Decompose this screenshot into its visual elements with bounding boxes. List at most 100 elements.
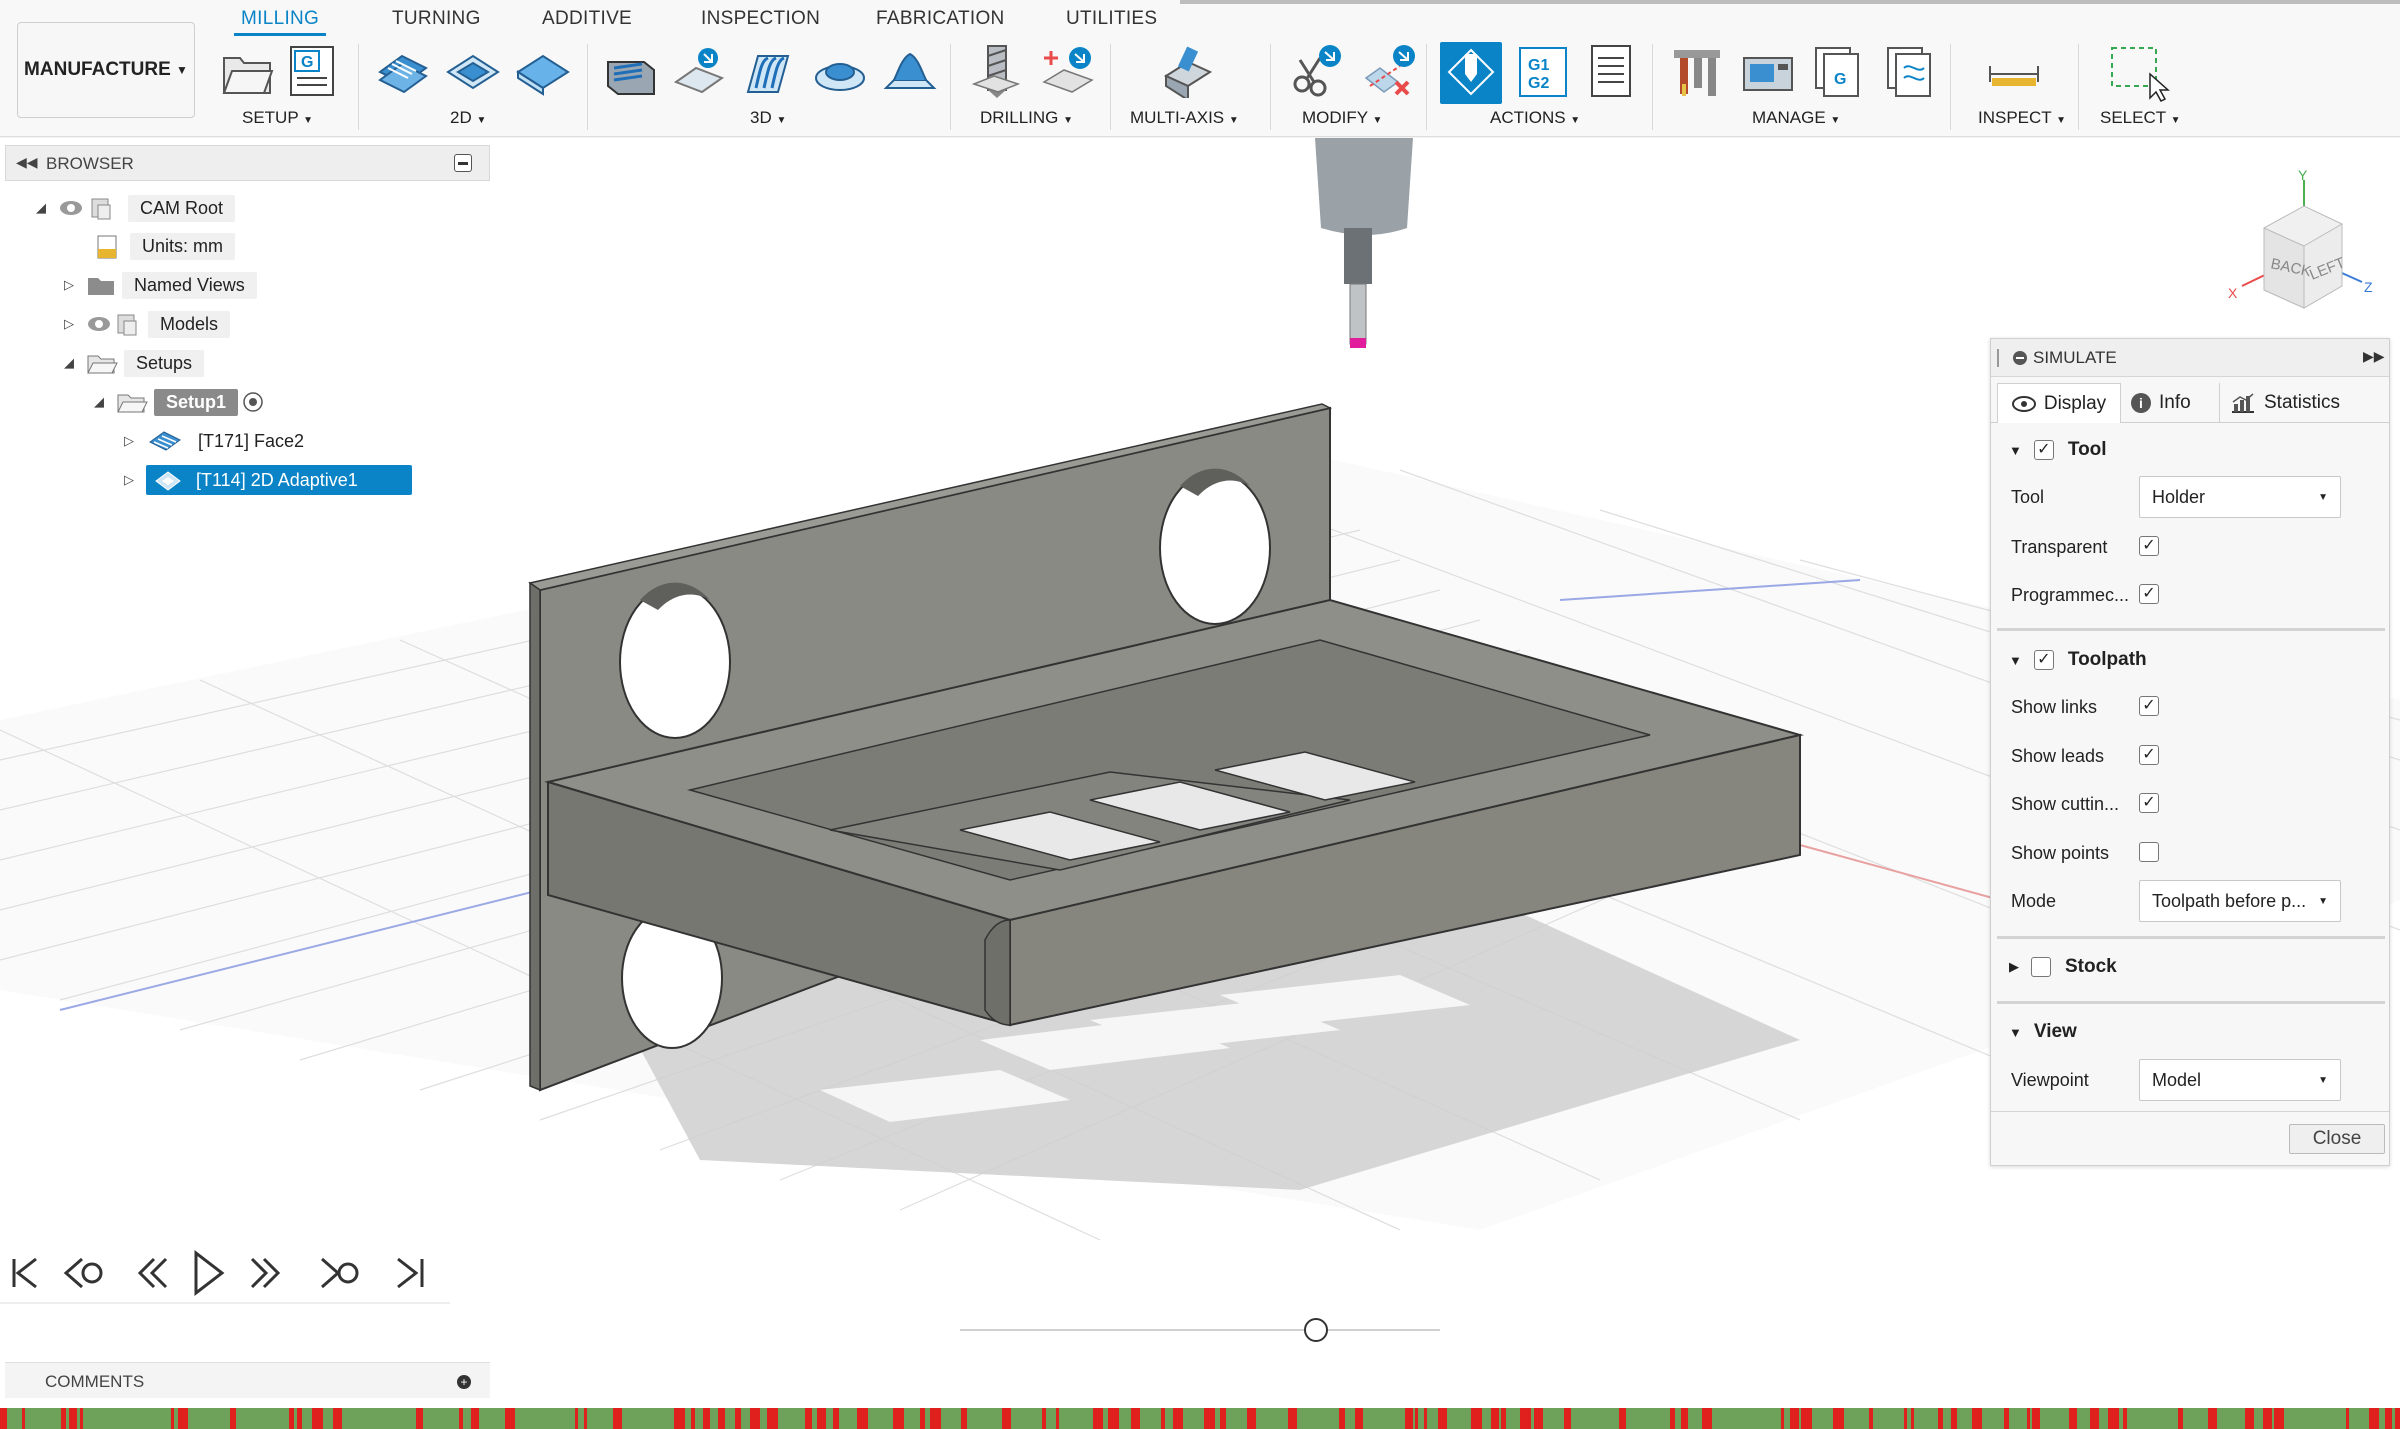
tab-inspection[interactable]: INSPECTION [701, 8, 820, 30]
group-manage[interactable]: MANAGE ▼ [1752, 108, 1840, 128]
simulate-button[interactable] [1440, 42, 1502, 104]
toolpath-section-checkbox[interactable]: ✓ [2033, 650, 2054, 670]
drill-icon[interactable] [970, 44, 1026, 98]
tab-info[interactable]: i Info [2131, 383, 2191, 423]
collapse-icon[interactable]: ▼ [2009, 653, 2022, 668]
expand-down-icon[interactable]: ◢ [34, 200, 48, 216]
mode-dropdown[interactable]: Toolpath before p... ▼ [2139, 880, 2341, 922]
tree-item-setup1[interactable]: ◢ Setup1 [92, 386, 268, 418]
show-cutting-checkbox[interactable]: ✓ [2139, 793, 2159, 813]
tree-item-models[interactable]: ▷ Models [62, 308, 231, 340]
tool-dropdown[interactable]: Holder ▼ [2139, 476, 2341, 518]
machine-library-icon[interactable] [1740, 44, 1796, 100]
go-to-end-button[interactable] [397, 1257, 424, 1289]
collapse-icon[interactable]: ▼ [2009, 443, 2022, 458]
expand-right-icon[interactable]: ▷ [122, 472, 136, 488]
panel-minimize-icon[interactable] [454, 154, 472, 172]
2d-pocket-icon[interactable] [444, 44, 502, 98]
expand-down-icon[interactable]: ◢ [62, 355, 76, 371]
cut-toolpath-icon[interactable] [1288, 44, 1344, 98]
new-setup-icon[interactable] [220, 44, 274, 98]
expand-right-icon[interactable]: ▷ [62, 316, 76, 332]
add-comment-icon[interactable]: + [457, 1375, 471, 1389]
comments-panel: COMMENTS + [5, 1362, 490, 1398]
group-modify[interactable]: MODIFY ▼ [1302, 108, 1382, 128]
tool-section-checkbox[interactable]: ✓ [2033, 440, 2054, 460]
tab-statistics[interactable]: Statistics [2219, 383, 2340, 423]
tab-fabrication[interactable]: FABRICATION [876, 8, 1005, 30]
stock-section-header[interactable]: ▶ Stock [2009, 956, 2117, 978]
template-library-icon[interactable] [1884, 44, 1940, 100]
3d-pocket-icon[interactable] [672, 44, 728, 98]
rewind-button[interactable] [137, 1257, 168, 1289]
simulation-slider[interactable] [950, 1315, 1450, 1345]
slider-handle[interactable] [1304, 1318, 1328, 1342]
collapse-panel-icon[interactable]: ◀◀ [16, 154, 38, 171]
2d-adaptive-icon[interactable] [374, 44, 432, 98]
hole-recognition-icon[interactable] [1040, 44, 1096, 98]
group-3d[interactable]: 3D ▼ [750, 108, 786, 128]
expand-down-icon[interactable]: ◢ [92, 394, 106, 410]
programmed-checkbox[interactable]: ✓ [2139, 584, 2159, 604]
toolpath-section-header[interactable]: ▼ ✓ Toolpath [2009, 649, 2147, 671]
parallel-icon[interactable] [742, 44, 798, 98]
stock-section-checkbox[interactable] [2031, 957, 2051, 977]
contour-icon[interactable] [812, 44, 868, 98]
group-drilling[interactable]: DRILLING ▼ [980, 108, 1073, 128]
play-button[interactable] [194, 1249, 225, 1297]
tree-item-cam-root[interactable]: ◢ CAM Root [34, 192, 236, 224]
group-actions[interactable]: ACTIONS ▼ [1490, 108, 1580, 128]
tree-item-named-views[interactable]: ▷ Named Views [62, 269, 257, 301]
eye-icon[interactable] [58, 198, 84, 218]
show-links-checkbox[interactable]: ✓ [2139, 696, 2159, 716]
view-section-header[interactable]: ▼ View [2009, 1021, 2077, 1043]
expand-right-icon[interactable]: ▷ [62, 277, 76, 293]
tree-item-2d-adaptive1[interactable]: ▷ [T114] 2D Adaptive1 [122, 464, 412, 496]
tree-item-units[interactable]: Units: mm [92, 230, 235, 262]
fast-forward-button[interactable] [250, 1257, 281, 1289]
tab-additive[interactable]: ADDITIVE [542, 8, 632, 30]
multi-axis-icon[interactable] [1160, 44, 1216, 98]
expand-panel-icon[interactable]: ▶▶ [2363, 348, 2385, 365]
step-forward-button[interactable] [321, 1257, 359, 1289]
window-select-icon[interactable] [2108, 44, 2172, 104]
view-cube[interactable]: BACK LEFT Y X Z [2222, 168, 2382, 328]
expand-right-icon[interactable]: ▶ [2009, 959, 2019, 975]
activate-setup-icon[interactable] [238, 390, 268, 414]
tool-library-icon[interactable] [1670, 44, 1726, 100]
expand-right-icon[interactable]: ▷ [122, 433, 136, 449]
group-multi-axis[interactable]: MULTI-AXIS ▼ [1130, 108, 1239, 128]
tab-turning[interactable]: TURNING [392, 8, 481, 30]
group-2d[interactable]: 2D ▼ [450, 108, 486, 128]
group-select[interactable]: SELECT ▼ [2100, 108, 2180, 128]
tab-milling[interactable]: MILLING [241, 8, 319, 30]
tab-utilities[interactable]: UTILITIES [1066, 8, 1157, 30]
transparent-checkbox[interactable]: ✓ [2139, 536, 2159, 556]
simulation-timeline[interactable] [0, 1408, 2400, 1429]
setup-sheet-icon[interactable]: G [287, 44, 341, 98]
group-setup[interactable]: SETUP ▼ [242, 108, 313, 128]
remove-toolpath-icon[interactable] [1362, 44, 1418, 98]
collapse-icon[interactable]: ▼ [2009, 1025, 2022, 1040]
scallop-icon[interactable] [882, 44, 938, 98]
go-to-start-button[interactable] [12, 1257, 37, 1289]
workspace-switcher[interactable]: MANUFACTURE ▼ [17, 22, 195, 118]
tree-item-setups[interactable]: ◢ Setups [62, 347, 205, 379]
setup-sheet-list-icon[interactable] [1588, 44, 1634, 100]
step-back-button[interactable] [63, 1257, 103, 1289]
panel-grip-icon[interactable] [1997, 349, 2000, 367]
close-button[interactable]: Close [2289, 1124, 2385, 1154]
tab-display[interactable]: Display [1997, 383, 2121, 423]
3d-adaptive-icon[interactable] [604, 44, 660, 98]
measure-icon[interactable] [1986, 44, 2042, 100]
post-library-icon[interactable]: G [1812, 44, 1868, 100]
show-points-checkbox[interactable] [2139, 842, 2159, 862]
post-process-icon[interactable]: G1G2 [1516, 44, 1572, 100]
tree-item-face2[interactable]: ▷ [T171] Face2 [122, 425, 316, 457]
face-icon[interactable] [514, 44, 572, 98]
viewpoint-dropdown[interactable]: Model ▼ [2139, 1059, 2341, 1101]
show-leads-checkbox[interactable]: ✓ [2139, 745, 2159, 765]
tool-section-header[interactable]: ▼ ✓ Tool [2009, 439, 2107, 461]
group-inspect[interactable]: INSPECT ▼ [1978, 108, 2066, 128]
eye-icon[interactable] [86, 314, 112, 334]
